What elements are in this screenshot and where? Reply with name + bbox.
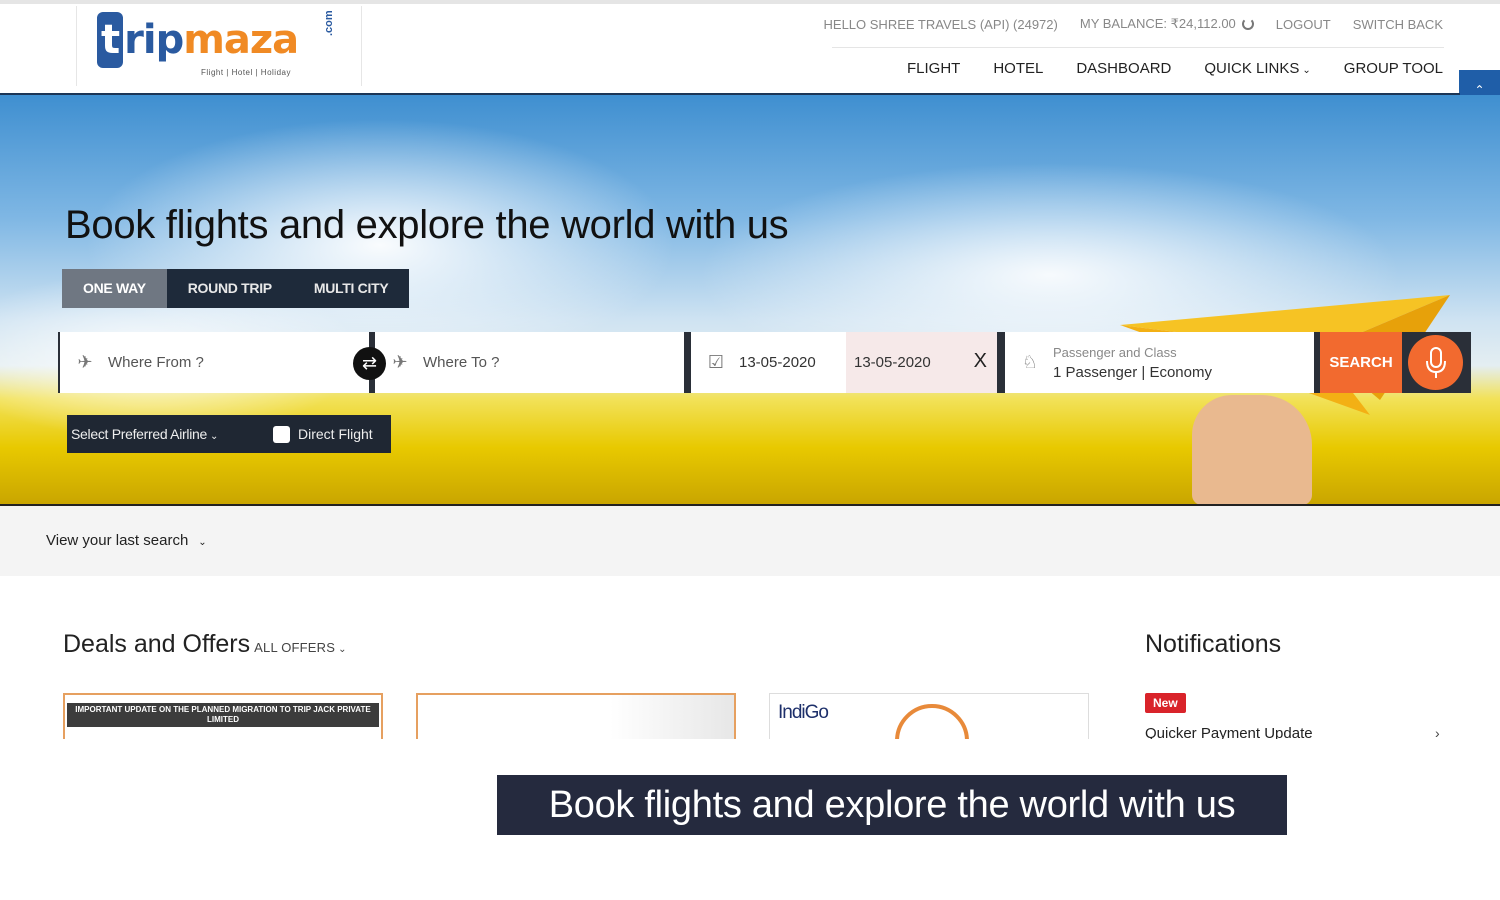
calendar-icon: ☑ [707,352,725,372]
flight-search-bar: ✈ Where From ? ⇄ ✈ Where To ? ☑ 13-05-20… [58,332,1471,393]
deal-card[interactable]: IndiGo [769,693,1089,739]
logout-link[interactable]: LOGOUT [1276,16,1331,32]
microphone-icon [1425,346,1446,378]
hero-title: Book flights and explore the world with … [65,203,789,247]
plane-landing-icon: ✈ [392,352,408,372]
passenger-class-label: Passenger and Class [1053,344,1177,360]
all-offers-link[interactable]: ALL OFFERS ⌄ [254,640,347,655]
preferred-airline-select[interactable]: Select Preferred Airline ⌄ [67,426,273,442]
notification-item[interactable]: Quicker Payment Update [1145,724,1313,739]
direct-flight-toggle[interactable]: Direct Flight [273,425,373,443]
voice-search-button[interactable] [1408,335,1463,390]
nav-flight[interactable]: FLIGHT [907,60,960,77]
tab-multi-city[interactable]: MULTI CITY [293,269,410,308]
plane-takeoff-icon: ✈ [77,352,93,372]
chevron-down-icon: ⌄ [198,537,207,548]
notifications-heading: Notifications [1145,630,1282,658]
header-separator [832,47,1444,48]
caption-overlay: Book flights and explore the world with … [497,775,1287,835]
chevron-down-icon: ⌄ [338,644,347,655]
search-button[interactable]: SEARCH [1320,332,1402,393]
deal-card-image [418,695,734,739]
new-badge: New [1145,693,1186,713]
last-search-bar[interactable]: View your last search ⌄ [0,506,1500,576]
to-field[interactable]: ✈ Where To ? [375,332,684,393]
passenger-class-wrap: Passenger and Class 1 Passenger | Econom… [1053,345,1212,381]
logo-rip: rip [124,17,184,63]
nav-hotel[interactable]: HOTEL [993,60,1043,77]
top-border [0,0,1500,4]
direct-flight-label: Direct Flight [298,426,373,442]
logo[interactable]: t ripmaza .com Flight | Hotel | Holiday [76,6,362,86]
nav-quick-links-label: QUICK LINKS [1204,60,1300,77]
user-bar: HELLO SHREE TRAVELS (API) (24972) MY BAL… [824,16,1443,32]
hand-image [1192,395,1312,505]
preferred-airline-label: Select Preferred Airline [71,426,207,442]
deal-card[interactable] [416,693,736,739]
deal-card[interactable]: IMPORTANT UPDATE ON THE PLANNED MIGRATIO… [63,693,383,739]
last-search-toggle[interactable]: View your last search ⌄ [46,532,207,549]
from-field[interactable]: ✈ Where From ? [60,332,369,393]
close-icon[interactable]: X [974,350,987,373]
scroll-top-button[interactable]: ⌃ [1459,70,1500,98]
passenger-class-field[interactable]: ♘ Passenger and Class 1 Passenger | Econ… [1005,332,1314,393]
seat-icon: ♘ [1021,352,1039,372]
departure-date-field[interactable]: ☑ 13-05-2020 [691,332,846,393]
return-date: 13-05-2020 [854,354,931,371]
direct-flight-checkbox[interactable] [273,425,290,443]
logo-wordmark: t ripmaza [97,12,299,68]
deals-heading: Deals and Offers ALL OFFERS ⌄ [63,630,347,659]
chevron-down-icon: ⌄ [1302,65,1311,76]
departure-date: 13-05-2020 [739,354,816,371]
tab-round-trip[interactable]: ROUND TRIP [167,269,293,308]
logo-tagline: Flight | Hotel | Holiday [201,68,291,77]
from-placeholder: Where From ? [108,354,204,371]
nav-quick-links[interactable]: QUICK LINKS ⌄ [1204,60,1310,77]
deal-card-badge [895,704,969,739]
switch-back-link[interactable]: SWITCH BACK [1353,16,1443,32]
balance[interactable]: MY BALANCE: ₹24,112.00 [1080,16,1254,32]
logo-maza: maza [183,17,299,63]
last-search-label: View your last search [46,532,189,549]
nav-group-tool[interactable]: GROUP TOOL [1344,60,1443,77]
all-offers-label: ALL OFFERS [254,640,336,655]
main-nav: FLIGHT HOTEL DASHBOARD QUICK LINKS ⌄ GROU… [907,60,1443,77]
indigo-logo: IndiGo [778,702,829,723]
trip-type-tabs: ONE WAY ROUND TRIP MULTI CITY [62,269,410,308]
deals-title: Deals and Offers [63,630,251,658]
hero-banner: Book flights and explore the world with … [0,95,1500,505]
deal-card-banner: IMPORTANT UPDATE ON THE PLANNED MIGRATIO… [67,703,379,727]
logo-com: .com [323,10,335,36]
greeting-text: HELLO SHREE TRAVELS (API) (24972) [823,16,1058,32]
search-options: Select Preferred Airline ⌄ Direct Flight [67,415,391,453]
swap-icon[interactable]: ⇄ [353,347,386,380]
passenger-class-value: 1 Passenger | Economy [1053,363,1212,381]
to-placeholder: Where To ? [423,354,500,371]
tab-one-way[interactable]: ONE WAY [62,269,167,308]
return-date-field[interactable]: 13-05-2020 X [846,332,997,393]
balance-text: MY BALANCE: ₹24,112.00 [1079,16,1236,31]
logo-t: t [97,12,124,68]
refresh-icon[interactable] [1241,18,1254,30]
nav-dashboard[interactable]: DASHBOARD [1076,60,1171,77]
chevron-down-icon: ⌄ [209,431,219,442]
